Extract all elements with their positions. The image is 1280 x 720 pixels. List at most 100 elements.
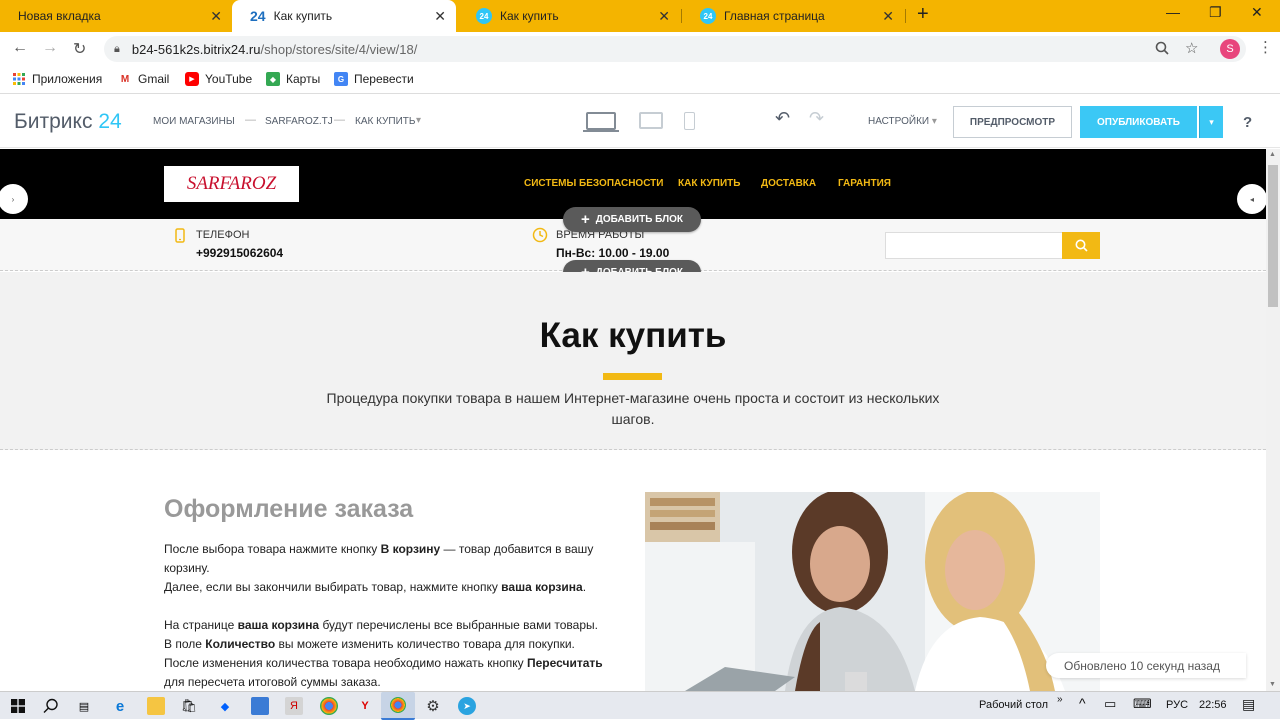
task-view-icon[interactable]: ▤ (75, 697, 93, 715)
search-button[interactable] (1062, 232, 1100, 259)
bookmark-translate[interactable]: G Перевести (334, 72, 414, 86)
window-close-icon[interactable]: ✕ (1251, 4, 1263, 21)
breadcrumb-site[interactable]: SARFAROZ.TJ (265, 116, 333, 127)
forward-arrow-icon[interactable]: → (42, 39, 58, 57)
browser-tab-strip: Новая вкладка ✕ 24 Как купить ✕ 24 Как к… (0, 0, 1280, 32)
address-bar[interactable]: 🔒︎ b24-561k2s.bitrix24.ru/shop/stores/si… (104, 36, 1246, 62)
preview-button[interactable]: ПРЕДПРОСМОТР (953, 106, 1072, 138)
tablet-view-icon[interactable] (639, 112, 663, 129)
menu-warranty[interactable]: ГАРАНТИЯ (838, 178, 891, 189)
hours-value: Пн-Вс: 10.00 - 19.00 (556, 246, 670, 260)
close-icon[interactable]: ✕ (434, 8, 446, 25)
desktop-view-icon[interactable] (586, 112, 616, 130)
menu-security-systems[interactable]: СИСТЕМЫ БЕЗОПАСНОСТИ (524, 178, 663, 189)
telegram-icon[interactable]: ➤ (458, 697, 476, 715)
restore-icon[interactable]: ❐ (1209, 4, 1222, 21)
profile-avatar[interactable]: S (1220, 39, 1240, 59)
settings-gear-icon[interactable]: ⚙ (424, 697, 442, 715)
keyboard-icon[interactable]: ⌨ (1133, 696, 1152, 712)
logo-number: 24 (98, 110, 122, 133)
scroll-up-arrow-icon[interactable]: ▲ (1269, 151, 1276, 158)
desktop-toolbar-label[interactable]: Рабочий стол (979, 699, 1048, 711)
store-bag-icon[interactable]: 🛍︎ (180, 697, 198, 715)
tab-title: Как купить (273, 9, 333, 23)
bold-text: Количество (205, 637, 276, 651)
site-search-input[interactable] (885, 232, 1063, 259)
bookmark-maps[interactable]: ◆ Карты (266, 72, 320, 86)
tab-title: Как купить (500, 9, 559, 23)
page-description: Процедура покупки товара в нашем Интерне… (326, 390, 940, 427)
yandex-browser-icon[interactable]: Y (356, 697, 374, 715)
dropbox-icon[interactable]: ◆ (216, 697, 234, 715)
text: На странице (164, 618, 238, 632)
clock-icon (532, 227, 548, 243)
text: В поле (164, 637, 206, 651)
close-icon[interactable]: ✕ (882, 8, 894, 25)
zoom-magnifier-icon[interactable] (1155, 41, 1169, 55)
chrome-icon[interactable] (320, 697, 338, 715)
close-icon[interactable]: ✕ (658, 8, 670, 25)
redo-icon[interactable]: ↷ (809, 108, 824, 129)
menu-how-to-buy[interactable]: КАК КУПИТЬ (678, 178, 740, 189)
chevron-double-right-icon[interactable]: » (1057, 694, 1063, 705)
publish-dropdown-arrow-icon[interactable]: ▾ (1199, 106, 1223, 138)
photo-two-women-laptop (645, 492, 1100, 691)
bookmark-apps[interactable]: Приложения (12, 72, 102, 86)
text: вы можете изменить количество товара для… (275, 637, 575, 651)
help-button[interactable]: ? (1243, 114, 1252, 131)
breadcrumb-separator: — (245, 114, 256, 126)
page-title: Как купить (539, 316, 727, 355)
language-indicator[interactable]: РУС (1166, 699, 1188, 711)
section-photo (645, 492, 1100, 691)
new-tab-plus-icon[interactable]: + (917, 3, 929, 26)
text: для пересчета итоговой суммы заказа. (164, 675, 381, 689)
back-arrow-icon[interactable]: ← (12, 39, 28, 57)
translate-icon: G (334, 72, 348, 86)
text: После изменения количества товара необхо… (164, 656, 527, 670)
right-panel-toggle-icon[interactable]: ◂ (1237, 184, 1267, 214)
bitrix24-circle-favicon-icon: 24 (700, 8, 716, 24)
file-explorer-icon[interactable] (147, 697, 165, 715)
section-text: После выбора товара нажмите кнопку В кор… (164, 540, 624, 692)
publish-button[interactable]: ОПУБЛИКОВАТЬ (1080, 106, 1197, 138)
menu-delivery[interactable]: ДОСТАВКА (761, 178, 816, 189)
chevron-down-icon[interactable]: ▾ (416, 115, 421, 126)
bitrix24-logo[interactable]: Битрикс 24 (14, 110, 122, 134)
tab-main-page[interactable]: 24 Главная страница ✕ (682, 0, 904, 32)
chrome-active-taskbar-item[interactable] (381, 692, 415, 720)
breadcrumb-my-stores[interactable]: МОИ МАГАЗИНЫ (153, 116, 235, 127)
close-icon[interactable]: ✕ (210, 8, 222, 25)
clock[interactable]: 22:56 (1199, 699, 1227, 711)
reload-icon[interactable]: ↻ (73, 39, 86, 59)
network-icon[interactable]: ▭ (1104, 696, 1116, 712)
yandex-app-icon[interactable]: Я (285, 697, 303, 715)
edge-browser-icon[interactable]: e (111, 697, 129, 715)
tab-how-to-buy[interactable]: 24 Как купить ✕ (458, 0, 680, 32)
add-block-button-top[interactable]: + ДОБАВИТЬ БЛОК (563, 207, 701, 232)
paragraph: Далее, если вы закончили выбирать товар,… (164, 578, 624, 597)
chevron-up-icon[interactable]: ^ (1079, 695, 1086, 711)
paragraph: После изменения количества товара необхо… (164, 654, 624, 692)
bookmark-star-icon[interactable]: ☆ (1185, 39, 1198, 57)
notifications-icon[interactable]: ▤ (1242, 696, 1255, 713)
phone-value[interactable]: +992915062604 (196, 246, 283, 260)
tab-how-to-buy-active[interactable]: 24 Как купить ✕ (232, 0, 456, 32)
bookmark-youtube[interactable]: ▶ YouTube (185, 72, 252, 86)
bookmark-gmail[interactable]: M Gmail (118, 72, 170, 86)
site-logo[interactable]: SARFAROZ (164, 166, 299, 202)
settings-menu[interactable]: НАСТРОЙКИ ▾ (868, 116, 937, 127)
breadcrumb-page[interactable]: КАК КУПИТЬ (355, 116, 415, 127)
windows-start-icon[interactable] (11, 699, 25, 713)
scroll-down-arrow-icon[interactable]: ▼ (1269, 681, 1276, 688)
text: Далее, если вы закончили выбирать товар,… (164, 580, 502, 594)
tab-title: Главная страница (724, 9, 825, 23)
menu-kebab-icon[interactable]: ⋮ (1258, 38, 1273, 56)
mobile-view-icon[interactable] (684, 112, 695, 130)
undo-icon[interactable]: ↶ (775, 108, 790, 129)
text: После выбора товара нажмите кнопку (164, 542, 381, 556)
scrollbar-thumb[interactable] (1268, 165, 1278, 307)
minimize-icon[interactable]: — (1166, 4, 1180, 20)
monitor-app-icon[interactable] (251, 697, 269, 715)
search-icon[interactable] (43, 698, 59, 714)
tab-new-tab[interactable]: Новая вкладка ✕ (0, 0, 232, 32)
